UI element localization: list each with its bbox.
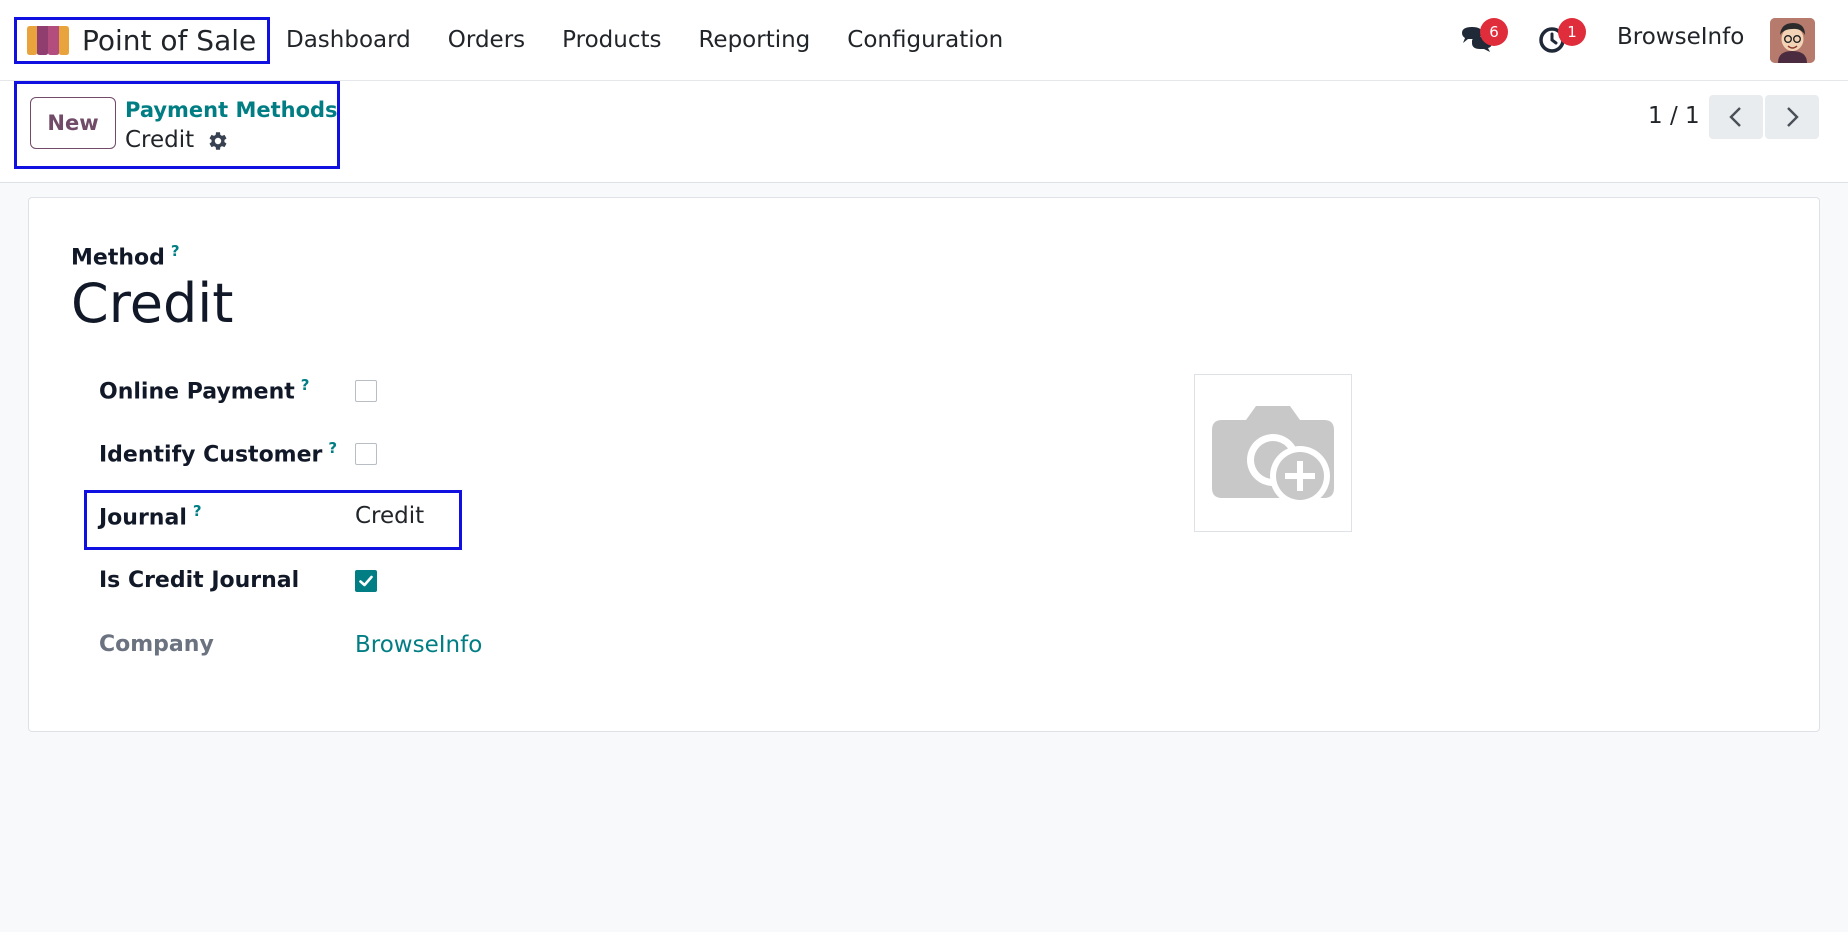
menu-configuration[interactable]: Configuration xyxy=(847,27,1003,53)
journal-field[interactable]: Credit xyxy=(355,503,424,529)
online-payment-checkbox[interactable] xyxy=(355,380,377,402)
chevron-left-icon xyxy=(1729,107,1741,127)
menu-dashboard[interactable]: Dashboard xyxy=(286,27,411,53)
app-brand[interactable]: Point of Sale xyxy=(14,17,270,64)
online-payment-label: Online Payment? xyxy=(99,376,310,405)
main-menu: Dashboard Orders Products Reporting Conf… xyxy=(286,20,1040,60)
identify-customer-label: Identify Customer? xyxy=(99,439,338,468)
pos-awning-icon xyxy=(27,26,69,55)
menu-reporting[interactable]: Reporting xyxy=(698,27,810,53)
user-avatar-icon xyxy=(1770,18,1815,63)
journal-help-icon[interactable]: ? xyxy=(193,502,202,520)
breadcrumb-current: Credit xyxy=(125,127,195,153)
chevron-right-icon xyxy=(1787,107,1799,127)
online-payment-help-icon[interactable]: ? xyxy=(301,376,310,394)
form-sheet: Method? Credit Online Payment? Identify … xyxy=(28,197,1820,732)
is-credit-journal-checkbox[interactable] xyxy=(355,570,377,592)
top-navbar: Point of Sale Dashboard Orders Products … xyxy=(0,0,1848,81)
is-credit-journal-label: Is Credit Journal xyxy=(99,568,300,593)
identify-customer-help-icon[interactable]: ? xyxy=(328,439,337,457)
image-upload[interactable] xyxy=(1194,374,1352,532)
company-field[interactable]: BrowseInfo xyxy=(355,632,482,658)
new-button[interactable]: New xyxy=(30,97,116,149)
pager-previous-button[interactable] xyxy=(1709,95,1763,139)
avatar[interactable] xyxy=(1770,18,1815,63)
method-help-icon[interactable]: ? xyxy=(171,242,180,260)
menu-products[interactable]: Products xyxy=(562,27,661,53)
method-label: Method? xyxy=(71,242,180,271)
messages-button[interactable]: 6 xyxy=(1458,18,1508,60)
app-title: Point of Sale xyxy=(82,24,257,57)
camera-add-icon xyxy=(1212,406,1334,506)
pager-next-button[interactable] xyxy=(1765,95,1819,139)
company-label: Company xyxy=(99,632,214,657)
activities-badge: 1 xyxy=(1558,18,1586,46)
record-name-field[interactable]: Credit xyxy=(71,272,233,335)
journal-label: Journal? xyxy=(99,502,202,531)
messages-badge: 6 xyxy=(1480,18,1508,46)
checkmark-icon xyxy=(359,575,373,587)
breadcrumb-payment-methods[interactable]: Payment Methods xyxy=(125,98,338,122)
menu-orders[interactable]: Orders xyxy=(448,27,525,53)
activities-button[interactable]: 1 xyxy=(1536,18,1586,60)
pager-value[interactable]: 1 / 1 xyxy=(1648,103,1700,129)
identify-customer-checkbox[interactable] xyxy=(355,443,377,465)
control-panel: New Payment Methods Credit 1 / 1 xyxy=(0,81,1848,183)
gear-icon[interactable] xyxy=(205,129,229,153)
user-menu[interactable]: BrowseInfo xyxy=(1617,24,1744,50)
breadcrumb-area: New Payment Methods Credit xyxy=(14,81,340,169)
